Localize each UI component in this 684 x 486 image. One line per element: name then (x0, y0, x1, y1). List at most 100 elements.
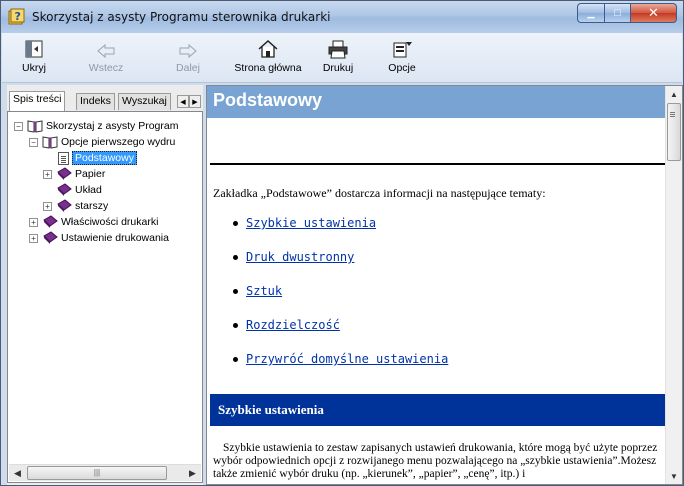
section-heading: Szybkie ustawienia (210, 394, 666, 426)
section-paragraph: Szybkie ustawienia to zestaw zapisanych … (213, 442, 658, 480)
home-label: Strona główna (234, 62, 302, 74)
collapse-icon[interactable]: − (29, 137, 38, 147)
bullet (233, 356, 238, 362)
options-label: Opcje (388, 62, 416, 74)
maximize-button[interactable]: □ (604, 3, 631, 23)
tree-label: Układ (75, 184, 102, 196)
tree-item-basic[interactable]: Podstawowy (58, 150, 137, 166)
tab-scroll-left-icon[interactable]: ◀ (177, 95, 189, 108)
tree-label: Opcje pierwszego wydru (61, 136, 176, 148)
document-icon (58, 151, 69, 165)
intro-text: Zakładka „Podstawowe” dostarcza informac… (213, 186, 546, 200)
horizontal-scroll-thumb[interactable]: ||| (27, 466, 167, 480)
page-title: Podstawowy (207, 86, 666, 118)
tree-item-older[interactable]: + starszy (43, 198, 108, 214)
scroll-right-icon[interactable]: ▶ (184, 465, 201, 481)
back-button[interactable]: Wstecz (82, 37, 130, 79)
hide-button[interactable]: Ukryj (16, 37, 52, 79)
title-bar[interactable]: ? Skorzystaj z asysty Programu sterownik… (1, 1, 683, 33)
tree-item-print-settings[interactable]: + Ustawienie drukowania (29, 230, 169, 246)
tree-label: Skorzystaj z asysty Program (46, 120, 179, 132)
bullet (233, 288, 238, 294)
print-icon (328, 40, 348, 59)
scroll-grip-icon (670, 112, 675, 113)
link-resolution[interactable]: Rozdzielczość (246, 318, 340, 332)
back-arrow-icon (97, 43, 115, 59)
help-app-icon: ? (8, 8, 25, 25)
maximize-icon: □ (614, 7, 621, 19)
print-label: Drukuj (322, 62, 354, 74)
tab-search[interactable]: Wyszukaj (118, 93, 171, 110)
help-window: ? Skorzystaj z asysty Programu sterownik… (0, 0, 684, 486)
open-book-icon (27, 120, 43, 133)
tree-label-selected: Podstawowy (72, 151, 137, 165)
back-label: Wstecz (88, 62, 124, 74)
link-quick-settings[interactable]: Szybkie ustawienia (246, 216, 376, 230)
tab-scroll-right-icon[interactable]: ▶ (189, 95, 201, 108)
scroll-up-icon[interactable]: ▲ (666, 86, 682, 102)
window-controls: ▁ □ ✕ (577, 3, 677, 23)
options-button[interactable]: Opcje (382, 37, 422, 79)
nav-tabs: Spis treści Indeks Wyszukaj ◀ ▶ (7, 91, 203, 111)
forward-button[interactable]: Dalej (170, 37, 206, 79)
closed-book-icon (43, 231, 58, 244)
navigation-pane: Spis treści Indeks Wyszukaj ◀ ▶ − Skorzy… (7, 85, 203, 485)
closed-book-icon (43, 215, 58, 228)
hide-label: Ukryj (22, 62, 46, 74)
tab-scroll-arrows: ◀ ▶ (177, 95, 201, 108)
close-button[interactable]: ✕ (631, 3, 677, 23)
tab-index[interactable]: Indeks (76, 93, 115, 110)
closed-book-icon (57, 199, 72, 212)
hide-pane-icon (25, 40, 43, 58)
content-pane: Podstawowy Zakładka „Podstawowe” dostarc… (206, 85, 683, 485)
tree-item-first-options[interactable]: − Opcje pierwszego wydru (29, 134, 175, 150)
minimize-button[interactable]: ▁ (577, 3, 604, 23)
tree-label: Właściwości drukarki (61, 216, 159, 228)
tree-item-printer-properties[interactable]: + Właściwości drukarki (29, 214, 158, 230)
link-duplex-print[interactable]: Druk dwustronny (246, 250, 354, 264)
list-item: Przywróć domyślne ustawienia (233, 352, 448, 366)
tree-item-layout[interactable]: Układ (56, 182, 102, 198)
home-button[interactable]: Strona główna (230, 37, 306, 79)
tab-contents[interactable]: Spis treści (9, 91, 66, 111)
tree-label: Papier (75, 168, 106, 180)
link-restore-defaults[interactable]: Przywróć domyślne ustawienia (246, 352, 448, 366)
list-item: Rozdzielczość (233, 318, 340, 332)
closed-book-icon (57, 167, 72, 180)
tree-item-paper[interactable]: + Papier (43, 166, 105, 182)
list-item: Druk dwustronny (233, 250, 354, 264)
tree-item-root[interactable]: − Skorzystaj z asysty Program (14, 118, 178, 134)
expand-icon[interactable]: + (43, 169, 52, 179)
divider (210, 163, 666, 165)
minimize-icon: ▁ (587, 7, 595, 18)
list-item: Sztuk (233, 284, 282, 298)
expand-icon[interactable]: + (29, 233, 38, 243)
bullet (233, 322, 238, 328)
tree-label: Ustawienie drukowania (61, 232, 169, 244)
window-title: Skorzystaj z asysty Programu sterownika … (32, 10, 331, 24)
vertical-scrollbar[interactable]: ▲ ▼ (665, 86, 682, 484)
collapse-icon[interactable]: − (14, 121, 23, 131)
forward-label: Dalej (176, 62, 200, 74)
contents-tree: − Skorzystaj z asysty Program − Opcje pi… (7, 111, 203, 483)
svg-text:?: ? (15, 10, 21, 23)
toolbar: Ukryj Wstecz Dalej Strona główna Drukuj … (2, 33, 682, 83)
open-book-icon (42, 136, 58, 149)
list-item: Szybkie ustawienia (233, 216, 376, 230)
print-button[interactable]: Drukuj (318, 37, 358, 79)
scroll-down-icon[interactable]: ▼ (666, 468, 682, 484)
close-icon: ✕ (648, 5, 659, 20)
tree-label: starszy (75, 200, 109, 212)
home-icon (258, 39, 278, 58)
bullet (233, 254, 238, 260)
bullet (233, 220, 238, 226)
scroll-left-icon[interactable]: ◀ (9, 465, 26, 481)
closed-book-icon (57, 183, 72, 196)
options-icon (393, 42, 412, 58)
help-content: Podstawowy Zakładka „Podstawowe” dostarc… (207, 86, 666, 484)
horizontal-scrollbar[interactable]: ◀ ||| ▶ (9, 464, 201, 481)
forward-arrow-icon (179, 43, 197, 59)
link-copies[interactable]: Sztuk (246, 284, 282, 298)
expand-icon[interactable]: + (43, 201, 52, 211)
expand-icon[interactable]: + (29, 217, 38, 227)
